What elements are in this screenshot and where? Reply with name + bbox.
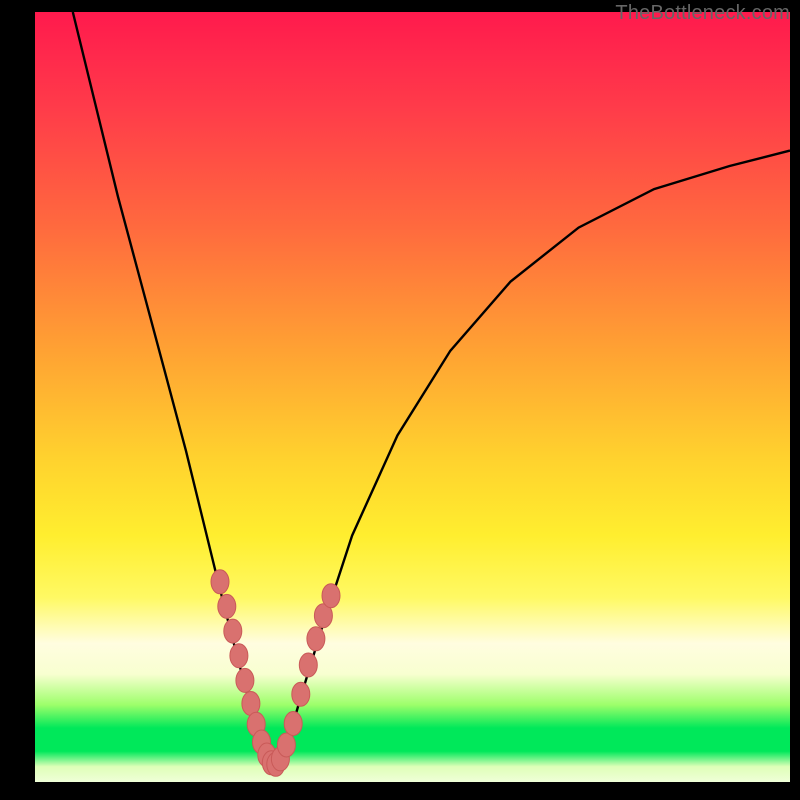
- marker-point: [299, 653, 317, 677]
- chart-stage: TheBottleneck.com: [0, 0, 800, 800]
- marker-point: [236, 668, 254, 692]
- marker-point: [224, 619, 242, 643]
- marker-point: [211, 570, 229, 594]
- marker-group: [211, 570, 340, 777]
- marker-point: [322, 584, 340, 608]
- marker-point: [218, 594, 236, 618]
- plot-area: [35, 12, 790, 782]
- bottleneck-curve: [73, 12, 790, 767]
- marker-point: [284, 712, 302, 736]
- marker-point: [230, 644, 248, 668]
- marker-point: [277, 733, 295, 757]
- curve-layer: [35, 12, 790, 782]
- marker-point: [292, 682, 310, 706]
- marker-point: [307, 627, 325, 651]
